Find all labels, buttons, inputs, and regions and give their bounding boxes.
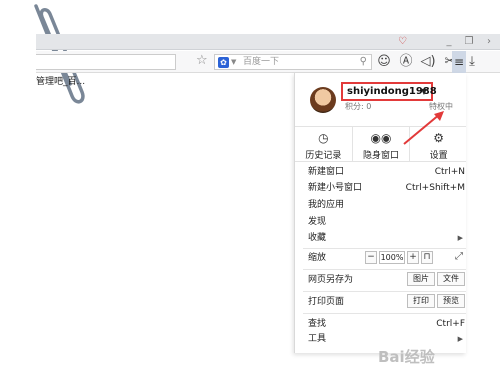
chevron-right-icon: ▶ [457, 234, 463, 242]
tab-title[interactable]: 管理吧_百... [36, 74, 85, 87]
menu-item-label: 查找 [308, 319, 327, 329]
baidu-engine-icon[interactable]: ✿ [218, 57, 229, 68]
toolbar: ☆ ✿ ▼ 百度一下 ⚲ ☺ Ⓐ ◁) ✂ ⤓ ≡ [36, 51, 500, 73]
menu-item-print: 打印页面 打印 预览 [295, 294, 466, 310]
menu-icon[interactable]: ≡ [452, 51, 466, 73]
shortcut-label: Ctrl+F [436, 319, 465, 329]
menu-item-label: 缩放 [308, 253, 327, 263]
menu-item-find[interactable]: 查找 Ctrl+F [295, 316, 466, 332]
print-button[interactable]: 打印 [407, 294, 435, 308]
star-icon[interactable]: ☆ [196, 53, 210, 69]
search-placeholder: 百度一下 [243, 57, 280, 67]
smiley-icon[interactable]: ☺ [376, 53, 392, 71]
shortcut-label: Ctrl+Shift+M [405, 183, 465, 193]
avatar[interactable] [310, 87, 336, 113]
menu-item-discover[interactable]: 发现 [295, 214, 466, 230]
annotation-arrow [403, 111, 444, 145]
divider [303, 248, 466, 249]
lock-icon[interactable]: ⊓ [421, 251, 433, 264]
fullscreen-icon[interactable]: ⤢ [455, 251, 463, 262]
divider [303, 313, 466, 314]
menu-item-label: 发现 [308, 217, 327, 227]
menu-item-new-alt-window[interactable]: 新建小号窗口 Ctrl+Shift+M [295, 180, 466, 196]
menu-item-tools[interactable]: 工具 ▶ [295, 331, 466, 347]
menu-item-label: 打印页面 [308, 297, 345, 307]
incognito-label: 隐身窗口 [363, 151, 400, 161]
save-file-button[interactable]: 文件 [437, 272, 465, 286]
chevron-down-icon: ▼ [420, 87, 427, 96]
points-label: 积分: 0 [345, 102, 372, 111]
menu-item-zoom: 缩放 − 100% + ⊓ ⤢ [295, 250, 466, 266]
menu-item-label: 工具 [308, 334, 327, 344]
zoom-out-button[interactable]: − [365, 251, 377, 264]
save-image-button[interactable]: 图片 [407, 272, 435, 286]
title-bar: ♡ _ ❐ › [36, 34, 500, 50]
username-button[interactable]: shiyindong1988 ▼ [341, 82, 437, 101]
menu-item-favorites[interactable]: 收藏 ▶ [295, 230, 466, 246]
menu-item-label: 我的应用 [308, 200, 345, 210]
speaker-icon[interactable]: ◁) [420, 53, 436, 71]
menu-item-my-apps[interactable]: 我的应用 [295, 197, 466, 213]
search-input[interactable]: ✿ ▼ 百度一下 ⚲ [214, 54, 372, 70]
menu-item-label: 网页另存为 [308, 275, 354, 285]
zoom-in-button[interactable]: + [407, 251, 419, 264]
shortcut-label: Ctrl+N [434, 167, 465, 177]
watermark: Bai经验 [378, 348, 435, 366]
chevron-down-icon[interactable]: ▼ [231, 55, 236, 69]
download-icon[interactable]: ⤓ [464, 53, 480, 71]
menu-item-save-as: 网页另存为 图片 文件 [295, 272, 466, 288]
minimize-icon[interactable]: _ [444, 36, 454, 48]
menu-item-label: 新建窗口 [308, 167, 345, 177]
divider [303, 269, 466, 270]
zoom-value: 100% [379, 251, 405, 264]
history-button[interactable]: ◷ 历史记录 [295, 127, 353, 161]
skin-icon[interactable]: ♡ [398, 36, 410, 48]
settings-label: 设置 [429, 151, 448, 161]
restore-icon[interactable]: ❐ [464, 36, 474, 48]
screenshot: ♡ _ ❐ › ☆ ✿ ▼ 百度一下 ⚲ ☺ Ⓐ ◁) ✂ ⤓ ≡ 管理吧_百.… [0, 0, 500, 392]
menu-item-label: 收藏 [308, 233, 327, 243]
history-label: 历史记录 [305, 151, 342, 161]
search-icon[interactable]: ⚲ [360, 55, 367, 69]
print-preview-button[interactable]: 预览 [437, 294, 465, 308]
a-circle-icon[interactable]: Ⓐ [398, 53, 414, 71]
close-icon[interactable]: › [484, 36, 494, 48]
menu-item-label: 新建小号窗口 [308, 183, 363, 193]
menu-item-new-window[interactable]: 新建窗口 Ctrl+N [295, 164, 466, 180]
address-bar[interactable] [36, 54, 176, 70]
divider [303, 291, 466, 292]
history-icon: ◷ [318, 131, 329, 145]
chevron-right-icon: ▶ [457, 335, 463, 343]
